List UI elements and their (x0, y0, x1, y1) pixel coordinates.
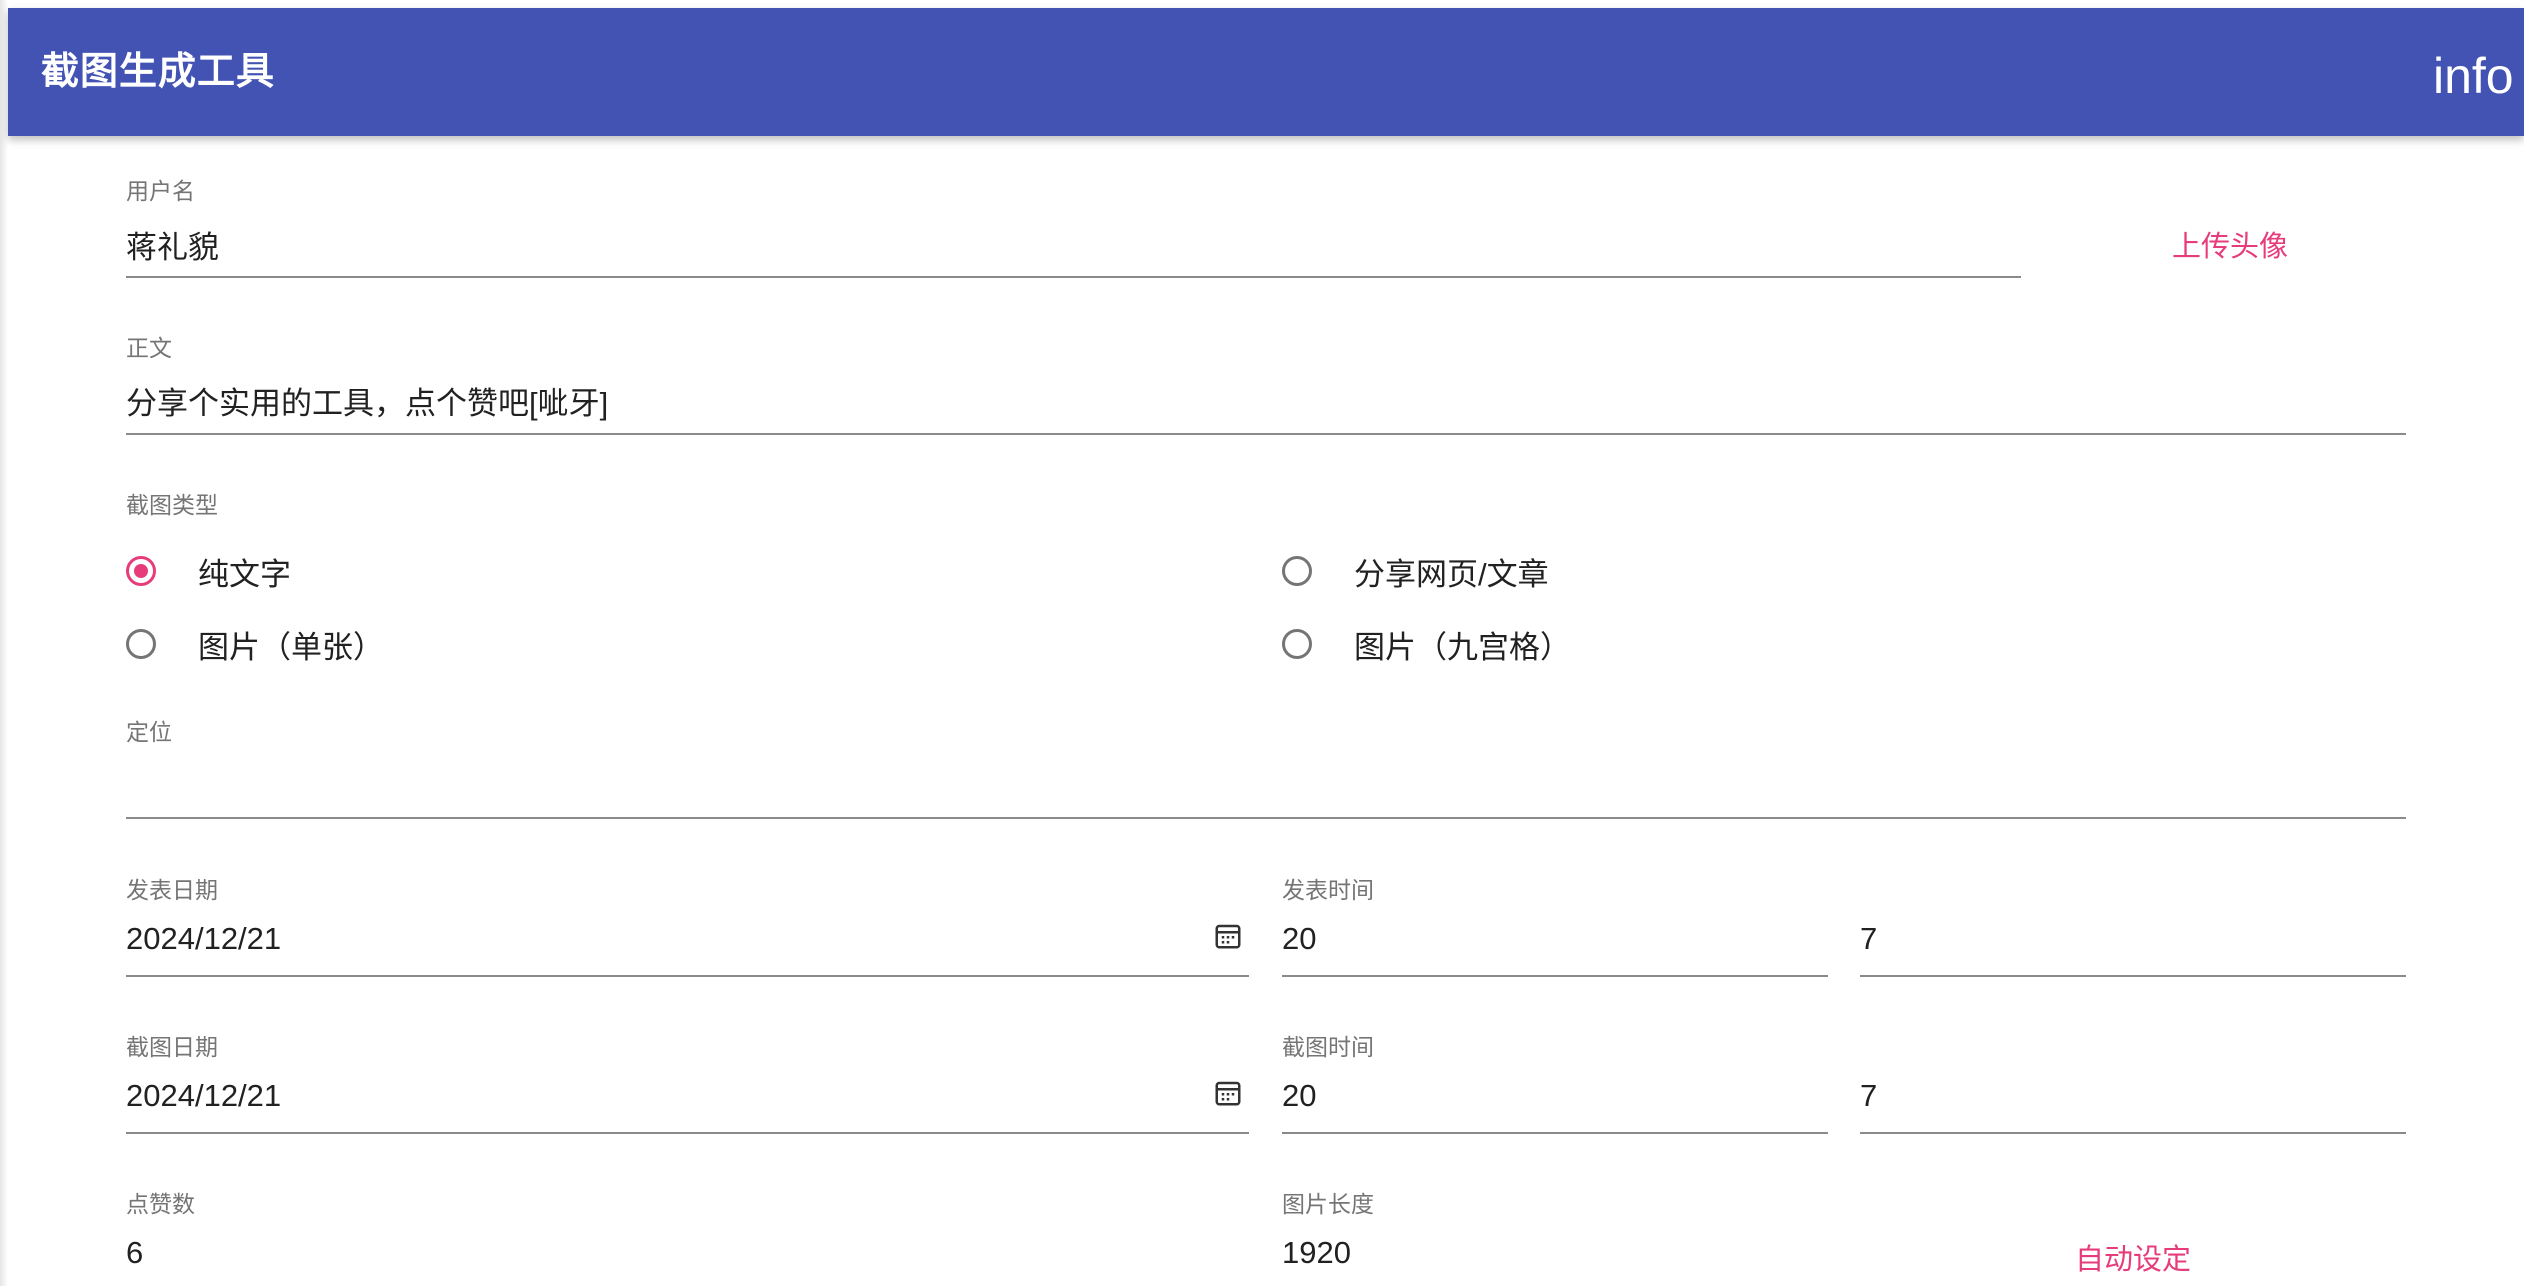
image-length-label: 图片长度 (1282, 1191, 1374, 1217)
location-label: 定位 (126, 719, 172, 745)
capture-time-label: 截图时间 (1282, 1034, 1374, 1060)
publish-minute-underline (1860, 975, 2406, 977)
radio-unchecked-icon[interactable] (1282, 556, 1312, 586)
capture-date-underline (126, 1132, 1249, 1134)
capture-hour-field[interactable]: 截图时间 20 (1282, 1028, 1828, 1136)
screenshot-type-label: 截图类型 (126, 492, 218, 518)
left-shadow (0, 0, 8, 1286)
body-text-field[interactable]: 正文 分享个实用的工具，点个赞吧[呲牙] (126, 329, 2406, 437)
upload-avatar-button[interactable]: 上传头像 (2172, 223, 2288, 265)
likes-field[interactable]: 点赞数 6 (126, 1185, 1249, 1285)
publish-hour-input[interactable]: 20 (1282, 921, 1316, 957)
radio-option-share-webpage[interactable]: 分享网页/文章 (1282, 549, 1549, 593)
app-title: 截图生成工具 (41, 51, 276, 93)
capture-date-label: 截图日期 (126, 1034, 218, 1060)
page: 截图生成工具 info 用户名 蒋礼貌 上传头像 正文 分享个实用的工具，点个赞… (0, 0, 2524, 1286)
auto-set-button[interactable]: 自动设定 (2075, 1236, 2191, 1278)
username-input[interactable]: 蒋礼貌 (126, 222, 219, 267)
publish-hour-underline (1282, 975, 1828, 977)
body-text-underline (126, 433, 2406, 435)
publish-date-field[interactable]: 发表日期 2024/12/21 (126, 871, 1249, 979)
info-button[interactable]: info (2433, 8, 2514, 136)
radio-label-text-only: 纯文字 (198, 556, 291, 592)
radio-label-share-webpage: 分享网页/文章 (1354, 556, 1549, 592)
publish-time-label: 发表时间 (1282, 877, 1374, 903)
radio-option-text-only[interactable]: 纯文字 (126, 549, 291, 593)
radio-option-single-image[interactable]: 图片（单张） (126, 622, 384, 666)
capture-minute-field[interactable]: 7 (1860, 1028, 2406, 1136)
radio-label-nine-grid: 图片（九宫格） (1354, 629, 1571, 665)
publish-minute-field[interactable]: 7 (1860, 871, 2406, 979)
capture-date-input[interactable]: 2024/12/21 (126, 1078, 281, 1114)
publish-date-underline (126, 975, 1249, 977)
publish-date-label: 发表日期 (126, 877, 218, 903)
location-field[interactable]: 定位 (126, 713, 2406, 821)
likes-label: 点赞数 (126, 1191, 195, 1217)
calendar-icon[interactable] (1213, 921, 1243, 951)
username-label: 用户名 (126, 178, 195, 204)
username-field[interactable]: 用户名 蒋礼貌 (126, 172, 2021, 280)
capture-date-field[interactable]: 截图日期 2024/12/21 (126, 1028, 1249, 1136)
body-text-label: 正文 (126, 335, 172, 361)
publish-date-input[interactable]: 2024/12/21 (126, 921, 281, 957)
capture-hour-input[interactable]: 20 (1282, 1078, 1316, 1114)
radio-unchecked-icon[interactable] (126, 629, 156, 659)
screenshot-type-group: 截图类型 (126, 486, 2406, 518)
publish-hour-field[interactable]: 发表时间 20 (1282, 871, 1828, 979)
capture-minute-underline (1860, 1132, 2406, 1134)
calendar-icon[interactable] (1213, 1078, 1243, 1108)
likes-input[interactable]: 6 (126, 1235, 143, 1271)
location-underline (126, 817, 2406, 819)
capture-hour-underline (1282, 1132, 1828, 1134)
app-bar: 截图生成工具 info (8, 8, 2524, 136)
radio-option-nine-grid[interactable]: 图片（九宫格） (1282, 622, 1571, 666)
publish-minute-input[interactable]: 7 (1860, 921, 1877, 957)
radio-label-single-image: 图片（单张） (198, 629, 384, 665)
image-length-field[interactable]: 图片长度 1920 (1282, 1185, 1828, 1285)
username-underline (126, 276, 2021, 278)
capture-minute-input[interactable]: 7 (1860, 1078, 1877, 1114)
radio-unchecked-icon[interactable] (1282, 629, 1312, 659)
radio-checked-icon[interactable] (126, 556, 156, 586)
image-length-input[interactable]: 1920 (1282, 1235, 1351, 1271)
body-text-input[interactable]: 分享个实用的工具，点个赞吧[呲牙] (126, 378, 608, 423)
